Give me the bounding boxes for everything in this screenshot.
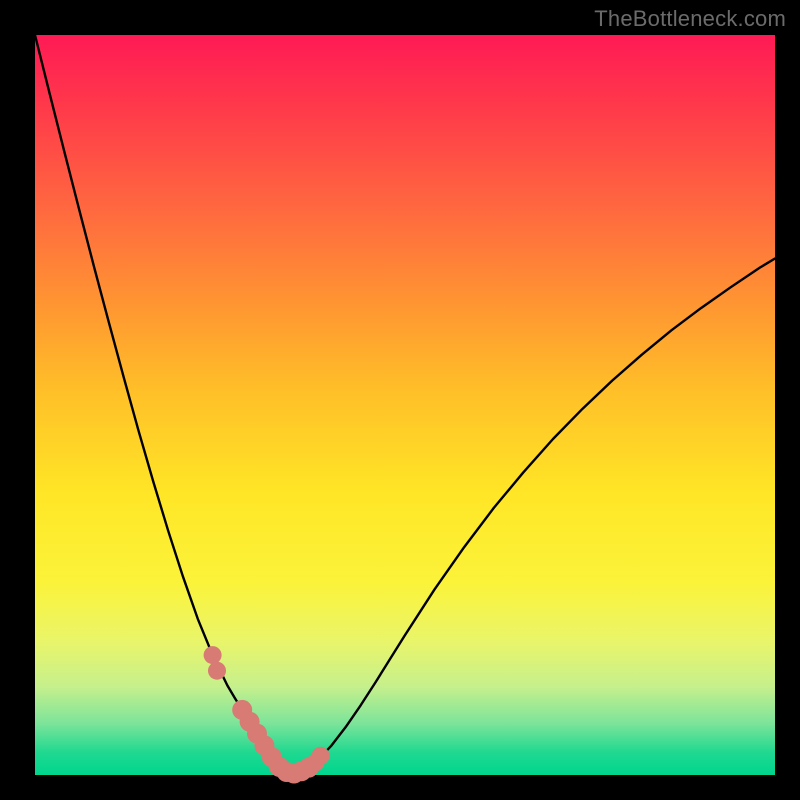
plot-area	[35, 35, 775, 775]
marker-group	[204, 646, 330, 783]
chart-frame: TheBottleneck.com	[0, 0, 800, 800]
watermark-text: TheBottleneck.com	[594, 6, 786, 32]
bottleneck-curve-svg	[35, 35, 775, 775]
bottleneck-curve	[35, 35, 775, 774]
data-marker	[208, 662, 226, 680]
data-marker	[312, 747, 330, 765]
data-marker	[204, 646, 222, 664]
